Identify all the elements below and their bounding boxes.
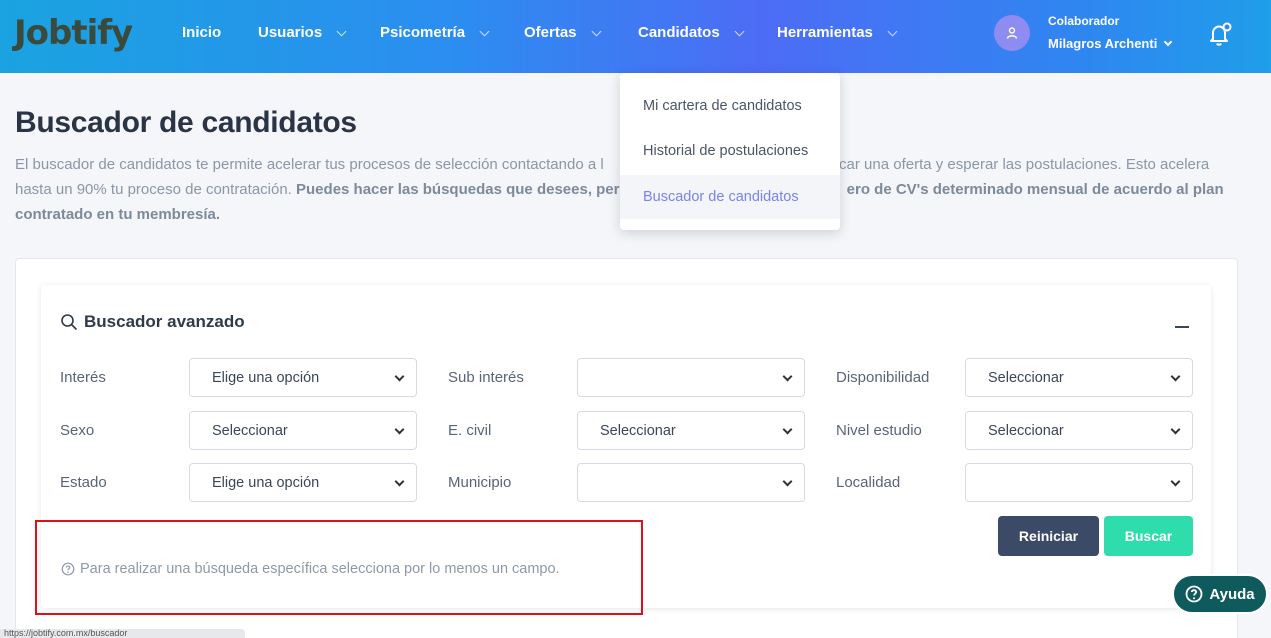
chevron-down-icon <box>394 476 405 487</box>
search-button[interactable]: Buscar <box>1104 516 1193 556</box>
desc-text-1: El buscador de candidatos te permite ace… <box>15 156 604 173</box>
logo-text: Jobtify <box>14 13 133 53</box>
label-sub-interes: Sub interés <box>448 369 524 386</box>
nav-label: Psicometría <box>380 24 466 41</box>
user-avatar[interactable] <box>994 15 1030 51</box>
top-navbar: Jobtify Inicio Usuarios Psicometría Ofer… <box>0 0 1271 73</box>
select-localidad[interactable] <box>965 463 1193 502</box>
highlight-box <box>35 520 643 615</box>
user-name: Milagros Archenti <box>1048 36 1158 51</box>
chevron-down-icon <box>1170 424 1181 435</box>
label-interes: Interés <box>60 369 106 386</box>
nav-candidatos[interactable]: Candidatos <box>638 23 745 43</box>
desc-text-3: hasta un 90% tu proceso de contratación. <box>15 181 297 198</box>
menu-item-mi-cartera[interactable]: Mi cartera de candidatos <box>620 84 840 128</box>
advanced-search-title: Buscador avanzado <box>84 312 245 331</box>
menu-item-buscador[interactable]: Buscador de candidatos <box>620 175 840 219</box>
user-icon <box>1006 27 1018 39</box>
select-value: Elige una opción <box>212 474 320 491</box>
chevron-down-icon <box>782 476 793 487</box>
desc-bold-1: Puedes hacer las búsquedas que desees, p… <box>296 181 629 198</box>
advanced-search-header: Buscador avanzado <box>60 312 245 332</box>
select-sub-interes[interactable] <box>577 358 805 397</box>
nav-inicio[interactable]: Inicio <box>182 23 221 43</box>
menu-item-label: Mi cartera de candidatos <box>643 98 802 114</box>
help-button[interactable]: Ayuda <box>1172 574 1268 614</box>
menu-item-historial[interactable]: Historial de postulaciones <box>620 129 840 173</box>
select-interes[interactable]: Elige una opción <box>189 358 417 397</box>
chevron-down-icon <box>782 371 793 382</box>
desc-bold-3: contratado en tu membresía. <box>15 206 221 223</box>
jobtify-logo[interactable]: Jobtify <box>14 12 133 54</box>
reset-button[interactable]: Reiniciar <box>998 516 1099 556</box>
select-disponibilidad[interactable]: Seleccionar <box>965 358 1193 397</box>
chevron-down-icon <box>479 26 490 36</box>
chevron-down-icon <box>394 424 405 435</box>
minimize-icon[interactable] <box>1175 326 1189 328</box>
select-value: Elige una opción <box>212 369 320 386</box>
desc-bold-2: ero de CV's determinado mensual de acuer… <box>846 181 1224 198</box>
label-localidad: Localidad <box>836 474 901 491</box>
user-menu[interactable]: Milagros Archenti <box>1048 36 1173 51</box>
help-label: Ayuda <box>1209 585 1255 603</box>
question-circle-icon <box>1185 585 1203 603</box>
label-disponibilidad: Disponibilidad <box>836 369 930 386</box>
select-value: Seleccionar <box>988 369 1064 386</box>
label-estado-civil: E. civil <box>448 422 492 439</box>
status-bar-url: https://jobtify.com.mx/buscador <box>0 629 245 638</box>
nav-usuarios[interactable]: Usuarios <box>258 23 347 43</box>
label-estado: Estado <box>60 474 107 491</box>
label-sexo: Sexo <box>60 422 95 439</box>
search-icon <box>61 314 77 330</box>
chevron-down-icon <box>1170 476 1181 487</box>
nav-label: Usuarios <box>258 24 323 41</box>
nav-label: Inicio <box>182 24 222 41</box>
chevron-down-icon <box>394 371 405 382</box>
chevron-down-icon <box>782 424 793 435</box>
select-estado-civil[interactable]: Seleccionar <box>577 411 805 450</box>
menu-item-label: Historial de postulaciones <box>643 143 809 159</box>
select-value: Seleccionar <box>600 422 676 439</box>
chevron-down-icon <box>1170 371 1181 382</box>
select-municipio[interactable] <box>577 463 805 502</box>
select-sexo[interactable]: Seleccionar <box>189 411 417 450</box>
select-value: Seleccionar <box>988 422 1064 439</box>
chevron-down-icon <box>336 26 347 36</box>
menu-item-label: Buscador de candidatos <box>643 189 799 205</box>
nav-ofertas[interactable]: Ofertas <box>524 23 601 43</box>
label-nivel-estudio: Nivel estudio <box>836 422 922 439</box>
chevron-down-icon <box>591 26 601 36</box>
bell-icon[interactable] <box>1206 20 1234 48</box>
chevron-down-icon <box>1164 37 1173 46</box>
user-role: Colaborador <box>1048 14 1120 28</box>
nav-label: Candidatos <box>638 24 720 41</box>
select-nivel-estudio[interactable]: Seleccionar <box>965 411 1193 450</box>
nav-psicometria[interactable]: Psicometría <box>380 23 490 43</box>
select-estado[interactable]: Elige una opción <box>189 463 417 502</box>
label-municipio: Municipio <box>448 474 512 491</box>
nav-label: Herramientas <box>777 24 873 41</box>
nav-label: Ofertas <box>524 24 577 41</box>
page-title: Buscador de candidatos <box>15 106 357 139</box>
chevron-down-icon <box>734 26 745 36</box>
nav-herramientas[interactable]: Herramientas <box>777 23 898 43</box>
desc-text-2: ublicar una oferta y esperar las postula… <box>815 156 1210 173</box>
chevron-down-icon <box>887 26 898 36</box>
select-value: Seleccionar <box>212 422 288 439</box>
candidatos-dropdown-menu: Mi cartera de candidatos Historial de po… <box>620 73 840 230</box>
